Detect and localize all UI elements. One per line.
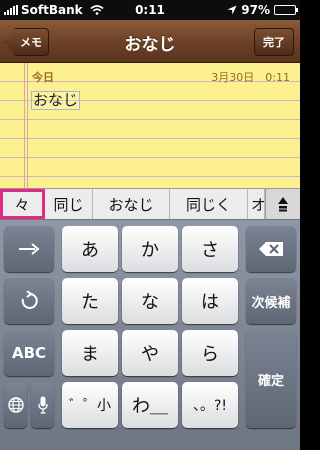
undo-key[interactable] [4,278,54,324]
margin-line [27,63,28,188]
backspace-icon [259,242,283,256]
candidate-item[interactable]: 々 [0,189,45,219]
candidate-item[interactable]: 同じく [170,189,248,219]
candidate-item[interactable]: オ [248,189,265,219]
punctuation-key[interactable]: 、。?! [182,382,238,428]
keyboard: あ か さ た な は 次候補 ABC ま や ら 確定 ゛゜小 わ＿ 、。?! [0,220,300,450]
note-editor[interactable]: 今日 3月30日 0:11 おなじ [0,63,300,188]
kana-key-ta[interactable]: た [62,278,118,324]
kana-key-na[interactable]: な [122,278,178,324]
kana-key-wa[interactable]: わ＿ [122,382,178,428]
note-text[interactable]: おなじ [31,91,81,110]
kana-key-a[interactable]: あ [62,226,118,272]
note-date-label: 今日 [32,71,54,84]
back-button[interactable]: メモ [5,28,49,56]
battery-percent: 97% [241,3,270,17]
globe-icon [7,397,24,413]
expand-candidates-icon [278,197,288,212]
kana-key-ra[interactable]: ら [182,330,238,376]
abc-key[interactable]: ABC [4,330,54,376]
status-bar: SoftBank 0:11 97% [0,0,300,20]
battery-icon [274,5,298,15]
globe-key[interactable] [4,382,27,428]
microphone-icon [37,396,48,414]
delete-key[interactable] [246,226,296,272]
candidate-item[interactable]: おなじ [93,189,170,219]
candidate-bar: 々 同じ おなじ 同じく オ [0,188,300,220]
status-right-group: 97% [227,3,298,17]
right-arrow-icon [19,243,40,255]
microphone-key[interactable] [31,382,54,428]
location-arrow-icon [227,5,237,15]
right-arrow-key[interactable] [4,226,54,272]
kana-key-ha[interactable]: は [182,278,238,324]
nav-bar: メモ おなじ 完了 [0,20,300,63]
done-button[interactable]: 完了 [254,28,294,56]
margin-line [24,63,25,188]
confirm-key[interactable]: 確定 [246,330,296,428]
kana-key-ka[interactable]: か [122,226,178,272]
expand-candidates-button[interactable] [265,189,300,219]
kana-key-ya[interactable]: や [122,330,178,376]
kana-key-ma[interactable]: ま [62,330,118,376]
page-title: おなじ [124,35,176,55]
undo-icon [21,291,38,309]
next-candidate-key[interactable]: 次候補 [246,278,296,324]
kana-key-sa[interactable]: さ [182,226,238,272]
candidate-item[interactable]: 同じ [45,189,93,219]
dakuten-small-key[interactable]: ゛゜小 [62,382,118,428]
note-datetime: 3月30日 0:11 [211,71,290,84]
